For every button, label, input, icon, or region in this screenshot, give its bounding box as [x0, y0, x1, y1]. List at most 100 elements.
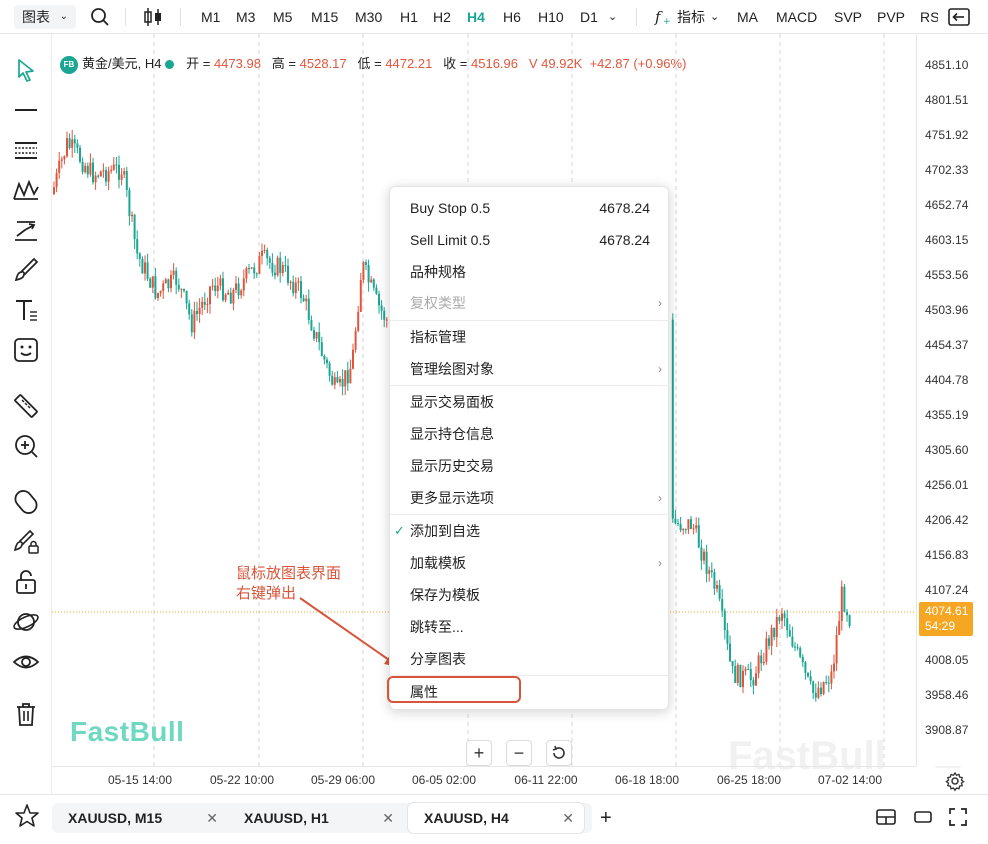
menu-item-price: 4678.24 [599, 232, 650, 248]
menu-item-go-to[interactable]: 跳转至... [390, 611, 670, 643]
menu-item-show-trade-panel[interactable]: 显示交易面板 [390, 386, 670, 418]
timeframe-h4[interactable]: H4 [467, 0, 485, 34]
chevron-down-icon: ⌄ [710, 11, 720, 23]
indicator-svp[interactable]: SVP [834, 0, 862, 34]
price-tick: 4206.42 [925, 513, 969, 527]
close-icon[interactable]: ✕ [562, 803, 574, 833]
close-icon[interactable]: ✕ [382, 803, 394, 833]
indicator-macd[interactable]: MACD [776, 0, 817, 34]
symbol-name[interactable]: 黄金/美元, H4 [82, 56, 161, 71]
chart-settings-button[interactable] [944, 770, 966, 792]
time-scale[interactable]: 05-15 14:00 05-22 10:00 05-29 06:00 06-0… [52, 766, 916, 794]
timeframe-h2[interactable]: H2 [433, 0, 451, 34]
trash-icon [17, 703, 35, 726]
timeframe-d1[interactable]: D1 [580, 0, 598, 34]
menu-item-more-display-options[interactable]: 更多显示选项 › [390, 482, 670, 514]
timeframe-m3[interactable]: M3 [236, 0, 255, 34]
zoom-tool[interactable] [10, 430, 42, 462]
menu-item-share-chart[interactable]: 分享图表 [390, 643, 670, 675]
projection-tool[interactable] [10, 214, 42, 246]
unlock-tool[interactable] [10, 566, 42, 598]
candle [830, 664, 833, 690]
candle [705, 544, 708, 583]
indicator-rs[interactable]: RS [920, 0, 938, 34]
candle [86, 162, 89, 178]
check-icon: ✓ [394, 523, 405, 538]
brush-tool[interactable] [10, 254, 42, 286]
candle [700, 539, 703, 570]
visibility-tool[interactable] [10, 646, 42, 678]
timeframe-h10[interactable]: H10 [538, 0, 564, 34]
zoom-in-icon [15, 435, 38, 458]
chevron-right-icon: › [658, 556, 662, 570]
star-icon [15, 804, 39, 827]
pattern-tool[interactable] [10, 174, 42, 206]
candle [791, 626, 794, 648]
lock-drawing-tool[interactable] [10, 526, 42, 558]
candle [820, 682, 822, 697]
indicator-ma[interactable]: MA [737, 0, 758, 34]
chart-tab-bar: XAUUSD, M15 ✕ XAUUSD, H1 ✕ XAUUSD, H4 ✕ … [0, 794, 988, 844]
menu-item-buy-stop[interactable]: Buy Stop 0.5 4678.24 [390, 192, 670, 224]
candle [716, 580, 718, 593]
svg-text:+: + [663, 17, 671, 26]
price-tick: 4751.92 [925, 128, 969, 142]
timeframe-more-button[interactable]: ⌄ [608, 0, 617, 34]
fib-tool[interactable] [10, 134, 42, 166]
reset-chart-button[interactable] [546, 740, 572, 766]
timeframe-m5[interactable]: M5 [273, 0, 292, 34]
chart-type-dropdown[interactable]: 图表 ⌄ [14, 5, 76, 29]
timeframe-m1[interactable]: M1 [201, 0, 220, 34]
zoom-out-button[interactable]: − [506, 740, 532, 766]
menu-item-save-template[interactable]: 保存为模板 [390, 579, 670, 611]
sticker-tool[interactable] [10, 334, 42, 366]
time-tick: 06-18 18:00 [614, 773, 680, 787]
line-tool[interactable] [10, 94, 42, 126]
fullscreen-button[interactable] [949, 808, 967, 831]
timeframe-m15[interactable]: M15 [311, 0, 338, 34]
tab-xauusd-m15[interactable]: XAUUSD, M15 ✕ [52, 803, 228, 833]
tab-xauusd-h1[interactable]: XAUUSD, H1 ✕ [228, 803, 404, 833]
price-tick: 4355.19 [925, 408, 969, 422]
candle [112, 157, 115, 172]
menu-item-manage-drawings[interactable]: 管理绘图对象 › [390, 353, 670, 385]
measure-tool[interactable] [10, 390, 42, 422]
zoom-in-button[interactable]: + [466, 740, 492, 766]
delete-drawings-tool[interactable] [10, 698, 42, 730]
menu-item-load-template[interactable]: 加载模板 › [390, 547, 670, 579]
menu-item-symbol-spec[interactable]: 品种规格 [390, 256, 670, 288]
candle [310, 315, 313, 332]
candle [253, 262, 256, 279]
candle [271, 253, 274, 277]
layout-button[interactable] [876, 808, 896, 831]
candle [84, 162, 87, 174]
text-tool[interactable] [10, 294, 42, 326]
add-tab-button[interactable]: + [590, 803, 612, 833]
minimize-button[interactable] [913, 808, 933, 831]
open-label: 开 = [186, 56, 211, 71]
watchlist-button[interactable] [14, 803, 40, 829]
indicator-pvp[interactable]: PVP [877, 0, 905, 34]
magnet-icon [14, 490, 38, 514]
price-scale[interactable]: 4851.10 4801.51 4751.92 4702.33 4652.74 … [916, 34, 988, 766]
menu-item-label: 品种规格 [410, 264, 466, 280]
menu-item-indicator-manager[interactable]: 指标管理 [390, 321, 670, 353]
cursor-tool[interactable] [10, 54, 42, 86]
timeframe-m30[interactable]: M30 [355, 0, 382, 34]
menu-item-show-history[interactable]: 显示历史交易 [390, 450, 670, 482]
timeframe-h1[interactable]: H1 [400, 0, 418, 34]
magnet-tool[interactable] [10, 486, 42, 518]
price-tick: 4553.56 [925, 268, 969, 282]
divider [180, 8, 181, 26]
objects-tree-tool[interactable] [10, 606, 42, 638]
menu-item-sell-limit[interactable]: Sell Limit 0.5 4678.24 [390, 224, 670, 256]
close-icon[interactable]: ✕ [206, 803, 218, 833]
candle [362, 260, 365, 284]
candle [209, 285, 211, 314]
tab-xauusd-h4[interactable]: XAUUSD, H4 ✕ [408, 803, 584, 833]
menu-item-add-to-watchlist[interactable]: ✓ 添加到自选 [390, 515, 670, 547]
menu-item-show-positions[interactable]: 显示持仓信息 [390, 418, 670, 450]
timeframe-h6[interactable]: H6 [503, 0, 521, 34]
candle [333, 372, 336, 390]
eye-icon [12, 655, 40, 669]
